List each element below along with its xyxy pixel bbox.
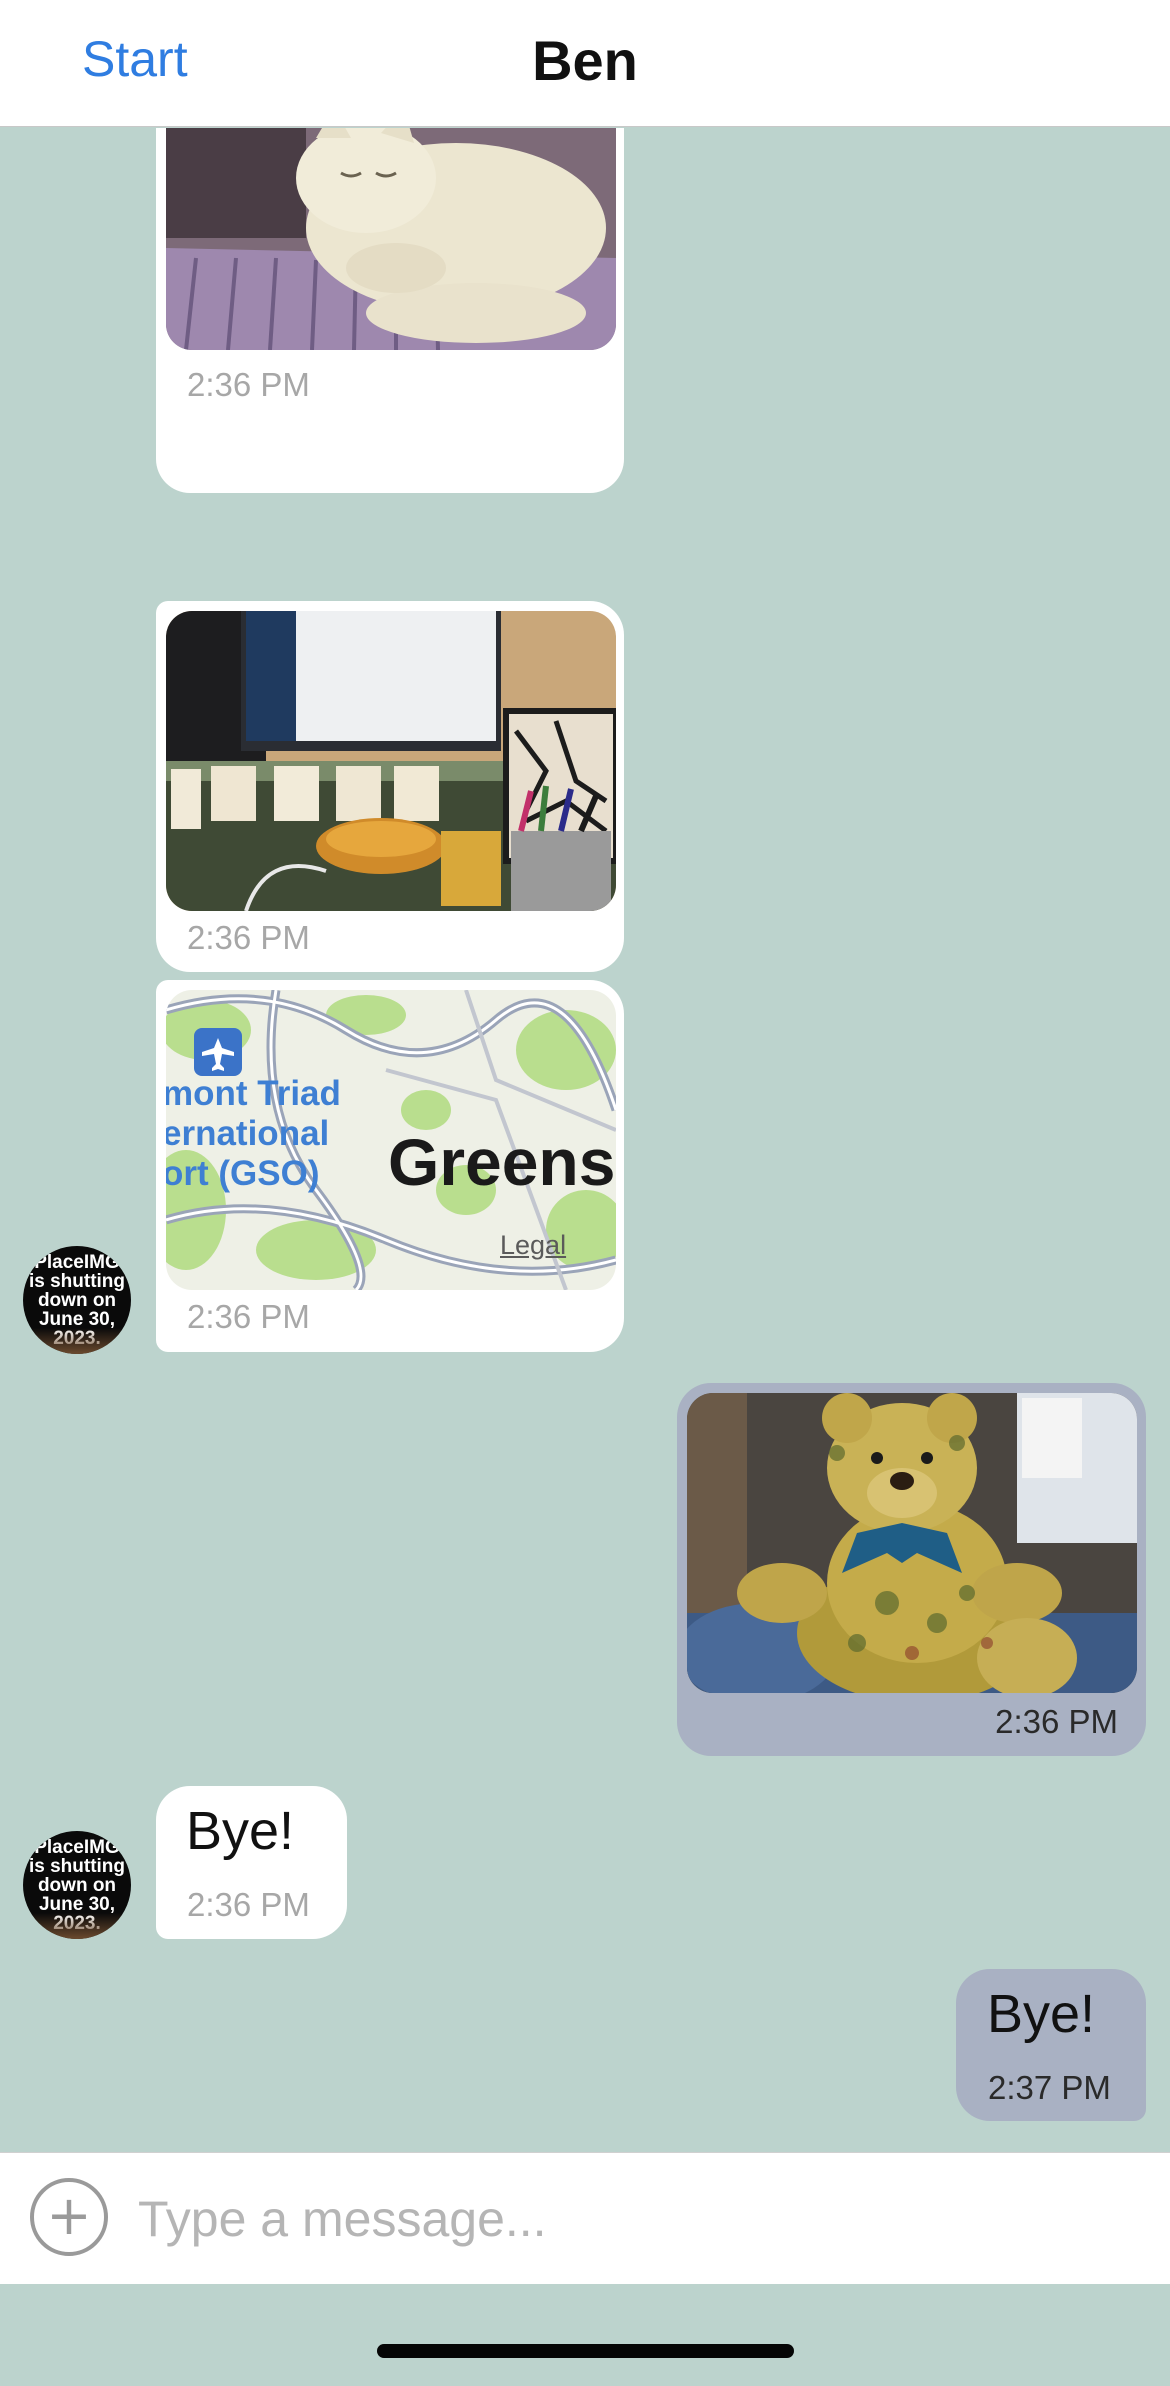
avatar[interactable]: PlaceIMG is shutting down on June 30, 20… (23, 1246, 131, 1354)
map-city-label: Greens (388, 1125, 616, 1199)
map-legal-link[interactable]: Legal (500, 1230, 566, 1261)
message-time: 2:36 PM (187, 1298, 310, 1335)
incoming-image-message[interactable]: 2:36 PM (156, 128, 624, 493)
message-time: 2:36 PM (187, 366, 310, 403)
message-time: 2:36 PM (187, 1886, 310, 1923)
teddy-bear-photo[interactable] (687, 1393, 1137, 1693)
avatar[interactable]: PlaceIMG is shutting down on June 30, 20… (23, 1831, 131, 1939)
plus-circle-icon[interactable]: + (30, 2178, 108, 2256)
message-text: Bye! (987, 1984, 1096, 2044)
map-airport-label: mont Triad ernational ort (GSO) (166, 1074, 341, 1193)
message-time: 2:36 PM (995, 1703, 1118, 1740)
message-text: Bye! (186, 1801, 295, 1861)
incoming-text-message[interactable]: Bye! 2:36 PM (156, 1786, 347, 1939)
message-list[interactable]: 2:36 PM 2:36 PM mont Triad ernational or… (0, 128, 1170, 2152)
message-input[interactable] (138, 2181, 1118, 2257)
cat-photo[interactable] (166, 128, 616, 350)
conversation-title: Ben (532, 29, 638, 92)
incoming-image-message[interactable]: 2:36 PM (156, 601, 624, 972)
message-time: 2:36 PM (187, 919, 310, 956)
nav-bar: Start Ben (0, 0, 1170, 127)
incoming-location-message[interactable]: mont Triad ernational ort (GSO) Greens L… (156, 980, 624, 1352)
outgoing-text-message[interactable]: Bye! 2:37 PM (956, 1969, 1146, 2121)
message-time: 2:37 PM (988, 2069, 1111, 2106)
desk-photo[interactable] (166, 611, 616, 911)
home-indicator[interactable] (377, 2344, 794, 2358)
outgoing-image-message[interactable]: 2:36 PM (677, 1383, 1146, 1756)
map-preview[interactable]: mont Triad ernational ort (GSO) Greens L… (166, 990, 616, 1290)
message-composer: + (0, 2152, 1170, 2284)
